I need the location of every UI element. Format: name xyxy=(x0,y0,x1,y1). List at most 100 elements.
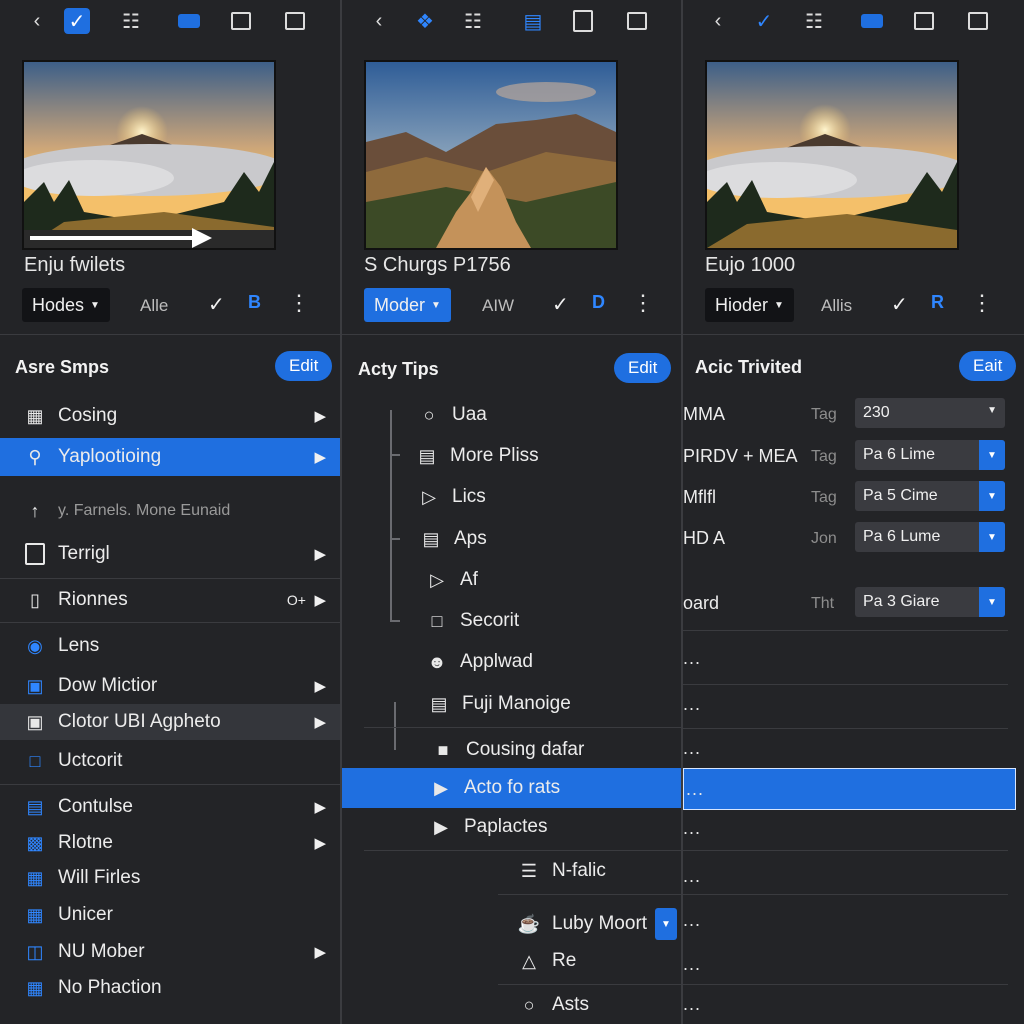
more-icon[interactable]: ⋮ xyxy=(632,290,654,316)
menu-item-contulse[interactable]: ▤ Contulse ▶ xyxy=(0,789,340,825)
property-select[interactable]: 230 ▼ xyxy=(855,398,1005,428)
menu-item-cosing[interactable]: ▦ Cosing ▶ xyxy=(0,398,340,434)
frame-icon[interactable] xyxy=(570,8,596,34)
edit-button[interactable]: Eait xyxy=(959,351,1017,381)
menu-item-rlotne[interactable]: ▩ Rlotne ▶ xyxy=(0,825,340,861)
more-icon[interactable]: ⋮ xyxy=(971,290,993,316)
tree-item-applwad[interactable]: ☻ Applwad xyxy=(342,645,681,679)
dropdown-chevron-icon[interactable]: ▼ xyxy=(655,908,677,940)
tree-item-paplactes[interactable]: ▶ Paplactes xyxy=(342,810,681,844)
tree-item-acto-fo-rats[interactable]: ▶ Acto fo rats xyxy=(342,768,681,808)
more-icon[interactable]: ⋮ xyxy=(288,290,310,316)
menu-item-nu-mober[interactable]: ◫ NU Mober ▶ xyxy=(0,934,340,970)
window-icon[interactable] xyxy=(965,8,991,34)
tree-item-uaa[interactable]: ○ Uaa xyxy=(342,398,681,432)
photo-preview[interactable] xyxy=(364,60,618,250)
mode-dropdown[interactable]: Hioder ▼ xyxy=(705,288,794,322)
film-icon[interactable]: ▤ xyxy=(520,8,546,34)
chevron-right-icon: ▶ xyxy=(314,449,326,466)
menu-item-dow-mictior[interactable]: ▣ Dow Mictior ▶ xyxy=(0,668,340,704)
crop-icon[interactable]: ☷ xyxy=(118,8,144,34)
tree-item-more-pliss[interactable]: ▤ More Pliss xyxy=(342,439,681,473)
back-icon[interactable]: ‹ xyxy=(705,8,731,34)
divider xyxy=(364,727,681,728)
back-icon[interactable]: ‹ xyxy=(24,8,50,34)
check-icon[interactable]: ✓ xyxy=(891,292,908,317)
menu-item-will-firles[interactable]: ▦ Will Firles xyxy=(0,860,340,896)
tree-item-lics[interactable]: ▷ Lics xyxy=(342,480,681,514)
menu-item-unicer[interactable]: ▦ Unicer xyxy=(0,897,340,933)
tree-item-asts[interactable]: ○ Asts xyxy=(342,988,681,1022)
bold-toggle[interactable]: B xyxy=(248,292,261,313)
bold-toggle[interactable]: D xyxy=(592,292,605,313)
tree-item-label: Aps xyxy=(454,528,487,549)
ellipsis-row: ... xyxy=(683,954,702,974)
brush-icon[interactable]: ❖ xyxy=(412,8,438,34)
folder-icon: ▤ xyxy=(422,528,440,549)
brush-icon[interactable]: ✓ xyxy=(64,8,90,34)
property-row: MMA Tag 230 ▼ xyxy=(683,398,1024,432)
circle-icon: ○ xyxy=(523,994,535,1015)
divider xyxy=(498,894,681,895)
back-icon[interactable]: ‹ xyxy=(366,8,392,34)
photo-preview[interactable] xyxy=(705,60,959,250)
crop-icon[interactable]: ☷ xyxy=(460,8,486,34)
tree-item-af[interactable]: ▷ Af xyxy=(342,563,681,597)
chevron-down-icon[interactable]: ▼ xyxy=(979,481,1005,511)
tree-item-n-falic[interactable]: ☰ N-falic xyxy=(342,853,681,889)
tree-item-label: Lics xyxy=(452,486,486,507)
brush-icon[interactable]: ✓ xyxy=(751,8,777,34)
check-icon[interactable]: ✓ xyxy=(552,292,569,317)
property-value: Pa 6 Lime xyxy=(863,446,936,463)
chevron-down-icon[interactable]: ▼ xyxy=(979,587,1005,617)
property-tag: Tht xyxy=(811,595,835,612)
menu-item-label: Will Firles xyxy=(58,867,141,888)
menu-item-lens[interactable]: ◉ Lens xyxy=(0,628,340,664)
edit-button[interactable]: Edit xyxy=(275,351,333,381)
menu-item-farnels[interactable]: ↑ y. Farnels. Mone Eunaid xyxy=(0,494,340,528)
tree-item-label: Applwad xyxy=(460,651,533,672)
ellipsis-row: ... xyxy=(683,866,702,886)
property-select[interactable]: Pa 5 Cime ▼ xyxy=(855,481,1005,511)
film-icon[interactable] xyxy=(859,8,885,34)
select-icon: ▦ xyxy=(26,977,44,998)
menu-item-uctcorit[interactable]: □ Uctcorit xyxy=(0,743,340,779)
menu-item-clotor[interactable]: ▣ Clotor UBI Agpheto ▶ xyxy=(0,704,340,740)
monitor-icon[interactable] xyxy=(228,8,254,34)
tree-item-aps[interactable]: ▤ Aps xyxy=(342,522,681,556)
all-toggle[interactable]: AIW xyxy=(482,296,514,316)
selected-row[interactable]: ... xyxy=(683,768,1016,810)
property-select[interactable]: Pa 3 Giare ▼ xyxy=(855,587,1005,617)
all-toggle[interactable]: Alle xyxy=(140,296,168,316)
all-toggle[interactable]: Allis xyxy=(821,296,852,316)
film-icon[interactable] xyxy=(176,8,202,34)
crop-icon[interactable]: ☷ xyxy=(801,8,827,34)
chevron-down-icon[interactable]: ▼ xyxy=(979,522,1005,552)
chevron-down-icon[interactable]: ▼ xyxy=(979,440,1005,470)
check-icon[interactable]: ✓ xyxy=(208,292,225,317)
menu-item-label: Unicer xyxy=(58,904,113,925)
photo-caption: Eujo 1000 xyxy=(705,254,796,276)
tree-item-re[interactable]: △ Re xyxy=(342,944,681,978)
bold-toggle[interactable]: R xyxy=(931,292,944,313)
monitor-icon[interactable] xyxy=(911,8,937,34)
menu-item-terrigl[interactable]: Terrigl ▶ xyxy=(0,536,340,572)
property-value: 230 xyxy=(863,404,890,421)
tree-item-secorit[interactable]: □ Secorit xyxy=(342,604,681,638)
tree-item-cousing-dafar[interactable]: ■ Cousing dafar xyxy=(342,732,681,768)
edit-button[interactable]: Edit xyxy=(614,353,672,383)
window-icon[interactable] xyxy=(624,8,650,34)
menu-item-yaplootioing[interactable]: ⚲ Yaplootioing ▶ xyxy=(0,438,340,476)
menu-item-rionnes[interactable]: ▯ Rionnes O+ ▶ xyxy=(0,582,340,618)
property-select[interactable]: Pa 6 Lime ▼ xyxy=(855,440,1005,470)
tree-item-luby-moort[interactable]: ☕ Luby Moort ▼ xyxy=(342,906,681,942)
photo-preview[interactable] xyxy=(22,60,276,250)
window-icon[interactable] xyxy=(282,8,308,34)
menu-item-no-phaction[interactable]: ▦ No Phaction xyxy=(0,970,340,1006)
property-select[interactable]: Pa 6 Lume ▼ xyxy=(855,522,1005,552)
user-icon: ☻ xyxy=(427,651,447,672)
mode-dropdown[interactable]: Hodes ▼ xyxy=(22,288,110,322)
triangle-icon: △ xyxy=(522,950,536,971)
tree-item-fuji-manoige[interactable]: ▤ Fuji Manoige xyxy=(342,687,681,721)
mode-dropdown[interactable]: Moder ▼ xyxy=(364,288,451,322)
